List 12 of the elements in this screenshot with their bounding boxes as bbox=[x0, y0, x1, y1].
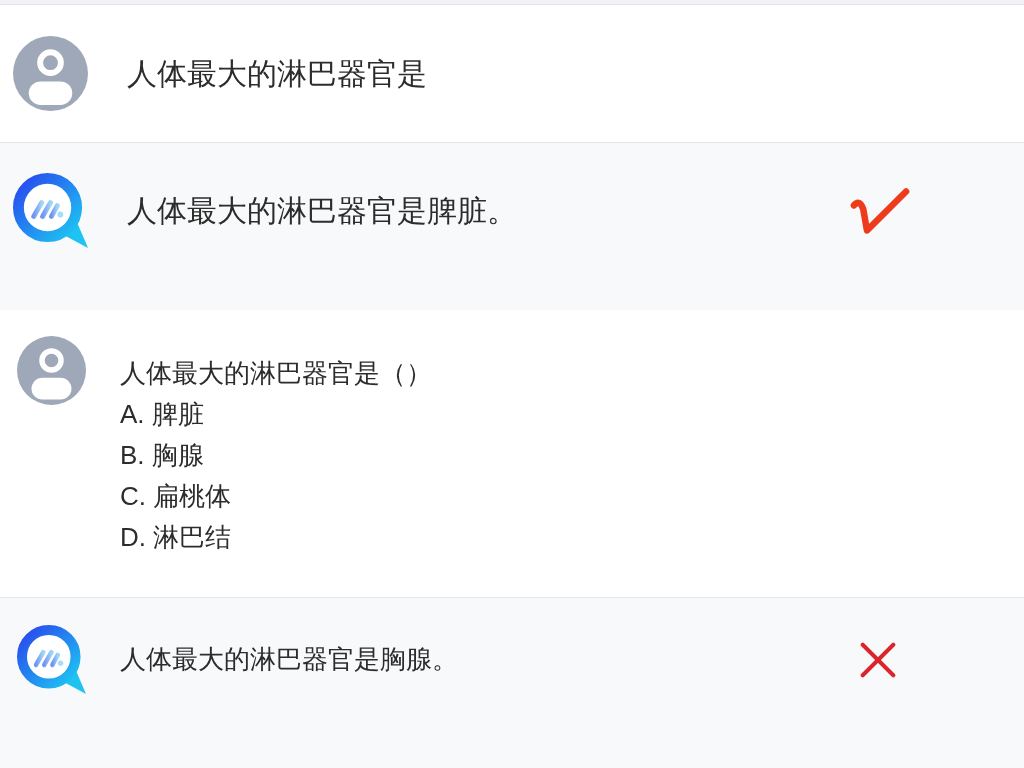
option-text: D. 淋巴结 bbox=[120, 521, 233, 554]
user-avatar-icon bbox=[17, 336, 86, 405]
option-text: C. 扁桃体 bbox=[120, 480, 233, 513]
chat-logo-icon bbox=[13, 173, 88, 248]
user-avatar-icon bbox=[13, 36, 88, 111]
message-text: 人体最大的淋巴器官是脾脏。 bbox=[127, 192, 518, 229]
option-text: B. 胸腺 bbox=[120, 439, 205, 472]
message-text: 人体最大的淋巴器官是胸腺。 bbox=[120, 643, 459, 676]
chat-logo-icon bbox=[17, 625, 86, 694]
option-text: A. 脾脏 bbox=[120, 398, 205, 431]
message-text: 人体最大的淋巴器官是 bbox=[127, 55, 428, 92]
message-text: 人体最大的淋巴器官是（） bbox=[120, 357, 433, 390]
